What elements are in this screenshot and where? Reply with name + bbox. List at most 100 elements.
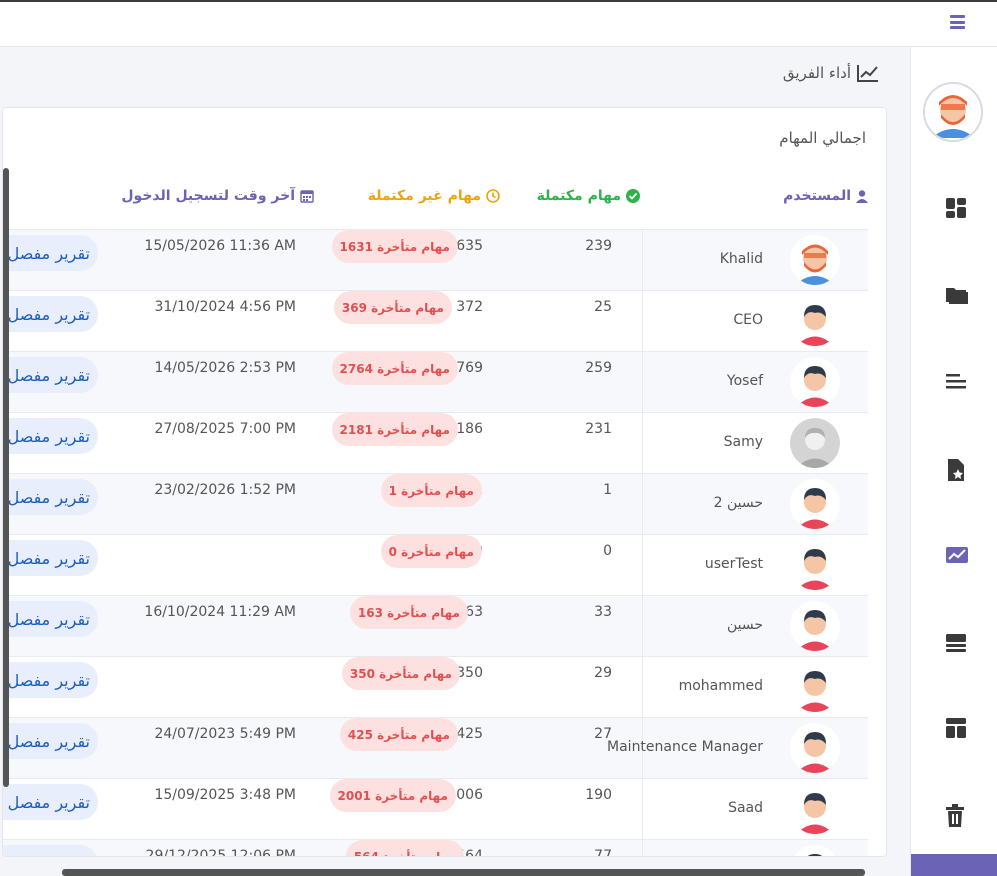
vertical-scrollbar[interactable] bbox=[3, 168, 9, 787]
user-name: حسين 2 bbox=[713, 495, 763, 511]
table-row: refia77564564 مهام متأخرة29/12/2025 12:0… bbox=[3, 839, 868, 857]
completed-count: 29 bbox=[594, 665, 612, 681]
detailed-report-button[interactable]: تقرير مفصل bbox=[3, 662, 98, 698]
completed-count: 33 bbox=[594, 604, 612, 620]
incomplete-count: 350 bbox=[456, 665, 483, 681]
overdue-badge: 1631 مهام متأخرة bbox=[331, 230, 458, 263]
user-name: Khalid bbox=[719, 251, 763, 267]
completed-count: 1 bbox=[603, 482, 612, 498]
overdue-badge: 1 مهام متأخرة bbox=[380, 474, 482, 507]
header-user: المستخدم bbox=[783, 188, 868, 204]
user-avatar bbox=[790, 296, 840, 346]
last-login: 29/12/2025 12:06 PM bbox=[145, 848, 296, 857]
user-avatar bbox=[790, 601, 840, 651]
table-row: Yosef 259 2769 2764 مهام متأخرة 14/05/2026 2… bbox=[3, 351, 868, 412]
last-login: 15/05/2026 11:36 AM bbox=[144, 238, 296, 254]
detailed-report-label: تقرير مفصل bbox=[7, 609, 90, 629]
user-avatar bbox=[790, 723, 840, 773]
detailed-report-label: تقرير مفصل bbox=[7, 365, 90, 385]
user-avatar bbox=[790, 662, 840, 712]
detailed-report-label: تقرير مفصل bbox=[7, 426, 90, 446]
table-row: mohammed 29 350 350 مهام متأخرة تقرير مفصل bbox=[3, 656, 868, 717]
overdue-badge: 2181 مهام متأخرة bbox=[331, 413, 458, 446]
completed-count: 190 bbox=[585, 787, 612, 803]
trash-icon[interactable] bbox=[945, 804, 967, 827]
last-login: 23/02/2026 1:52 PM bbox=[154, 482, 296, 498]
lines-icon[interactable] bbox=[945, 370, 967, 392]
detailed-report-label: تقرير مفصل bbox=[7, 792, 90, 812]
server-icon[interactable] bbox=[945, 632, 967, 654]
sidebar-active-item[interactable] bbox=[911, 854, 997, 876]
detailed-report-button[interactable]: تقرير مفصل bbox=[3, 296, 98, 332]
top-bar bbox=[0, 0, 997, 47]
last-login: 24/07/2023 5:49 PM bbox=[154, 726, 296, 742]
page-title: أداء الفريق bbox=[783, 64, 879, 82]
column-divider bbox=[642, 656, 643, 717]
user-name: mohammed bbox=[678, 678, 763, 694]
detailed-report-button[interactable]: تقرير مفصل bbox=[3, 784, 98, 820]
user-avatar bbox=[790, 540, 840, 590]
detailed-report-button[interactable]: تقرير مفصل bbox=[3, 235, 98, 271]
table-row: Khalid 239 1635 1631 مهام متأخرة 15/05/2026 … bbox=[3, 229, 868, 290]
detailed-report-button[interactable]: تقرير مفصل bbox=[3, 479, 98, 515]
column-divider bbox=[642, 839, 643, 856]
column-divider bbox=[642, 778, 643, 839]
user-avatar bbox=[790, 479, 840, 529]
table-row: Maintenance Manager 27 425 425 مهام متأخرة 2… bbox=[3, 717, 868, 778]
menu-icon[interactable] bbox=[950, 15, 965, 29]
user-name: Saad bbox=[728, 800, 763, 816]
completed-count: 259 bbox=[585, 360, 612, 376]
user-avatar bbox=[790, 845, 840, 856]
folder-icon[interactable] bbox=[945, 284, 968, 306]
detailed-report-label: تقرير مفصل bbox=[8, 854, 90, 857]
user-name: userTest bbox=[704, 556, 763, 572]
column-divider bbox=[642, 229, 643, 290]
user-avatar[interactable] bbox=[923, 82, 983, 142]
chart-icon[interactable] bbox=[945, 544, 968, 566]
overdue-badge: 163 مهام متأخرة bbox=[349, 596, 468, 629]
overdue-badge: 2764 مهام متأخرة bbox=[331, 352, 458, 385]
overdue-badge: 0 مهام متأخرة bbox=[380, 535, 482, 568]
overdue-badge: 369 مهام متأخرة bbox=[333, 291, 452, 324]
user-avatar bbox=[790, 357, 840, 407]
detailed-report-button[interactable]: تقرير مفصل bbox=[3, 845, 98, 857]
calendar-icon bbox=[300, 190, 314, 203]
header-completed: مهام مكتملة bbox=[537, 188, 640, 204]
detailed-report-label: تقرير مفصل bbox=[7, 304, 90, 324]
completed-count: 77 bbox=[594, 848, 612, 857]
layout-icon[interactable] bbox=[945, 717, 967, 739]
detailed-report-label: تقرير مفصل bbox=[7, 548, 90, 568]
last-login: 15/09/2025 3:48 PM bbox=[154, 787, 296, 803]
user-icon bbox=[856, 189, 868, 203]
completed-count: 239 bbox=[585, 238, 612, 254]
table-row: حسين 2111 مهام متأخرة23/02/2026 1:52 PMت… bbox=[3, 473, 868, 534]
completed-count: 231 bbox=[585, 421, 612, 437]
detailed-report-button[interactable]: تقرير مفصل bbox=[3, 540, 98, 576]
detailed-report-button[interactable]: تقرير مفصل bbox=[3, 418, 98, 454]
last-login: 31/10/2024 4:56 PM bbox=[154, 299, 296, 315]
detailed-report-label: تقرير مفصل bbox=[7, 243, 90, 263]
detailed-report-button[interactable]: تقرير مفصل bbox=[3, 723, 98, 759]
horizontal-scrollbar[interactable] bbox=[62, 869, 865, 876]
user-name: Samy bbox=[723, 434, 763, 450]
completed-count: 27 bbox=[594, 726, 612, 742]
table-row: حسين 33 163 163 مهام متأخرة 16/10/2024 11:29… bbox=[3, 595, 868, 656]
incomplete-count: 425 bbox=[456, 726, 483, 742]
column-divider bbox=[642, 412, 643, 473]
sidebar bbox=[910, 47, 997, 876]
detailed-report-label: تقرير مفصل bbox=[7, 487, 90, 507]
user-name: CEO bbox=[733, 312, 763, 328]
page-title-text: أداء الفريق bbox=[782, 64, 851, 82]
table-row: Saad 190 2006 2001 مهام متأخرة 15/09/2025 3:… bbox=[3, 778, 868, 839]
detailed-report-button[interactable]: تقرير مفصل bbox=[3, 601, 98, 637]
user-avatar bbox=[790, 235, 840, 285]
overdue-badge: 2001 مهام متأخرة bbox=[329, 779, 456, 812]
user-avatar bbox=[790, 418, 840, 468]
detailed-report-button[interactable]: تقرير مفصل bbox=[3, 357, 98, 393]
chart-line-icon bbox=[857, 65, 878, 82]
file-star-icon[interactable] bbox=[945, 458, 967, 481]
user-name: حسين bbox=[726, 617, 763, 633]
dashboard-icon[interactable] bbox=[945, 197, 967, 219]
column-divider bbox=[642, 534, 643, 595]
completed-count: 25 bbox=[594, 299, 612, 315]
